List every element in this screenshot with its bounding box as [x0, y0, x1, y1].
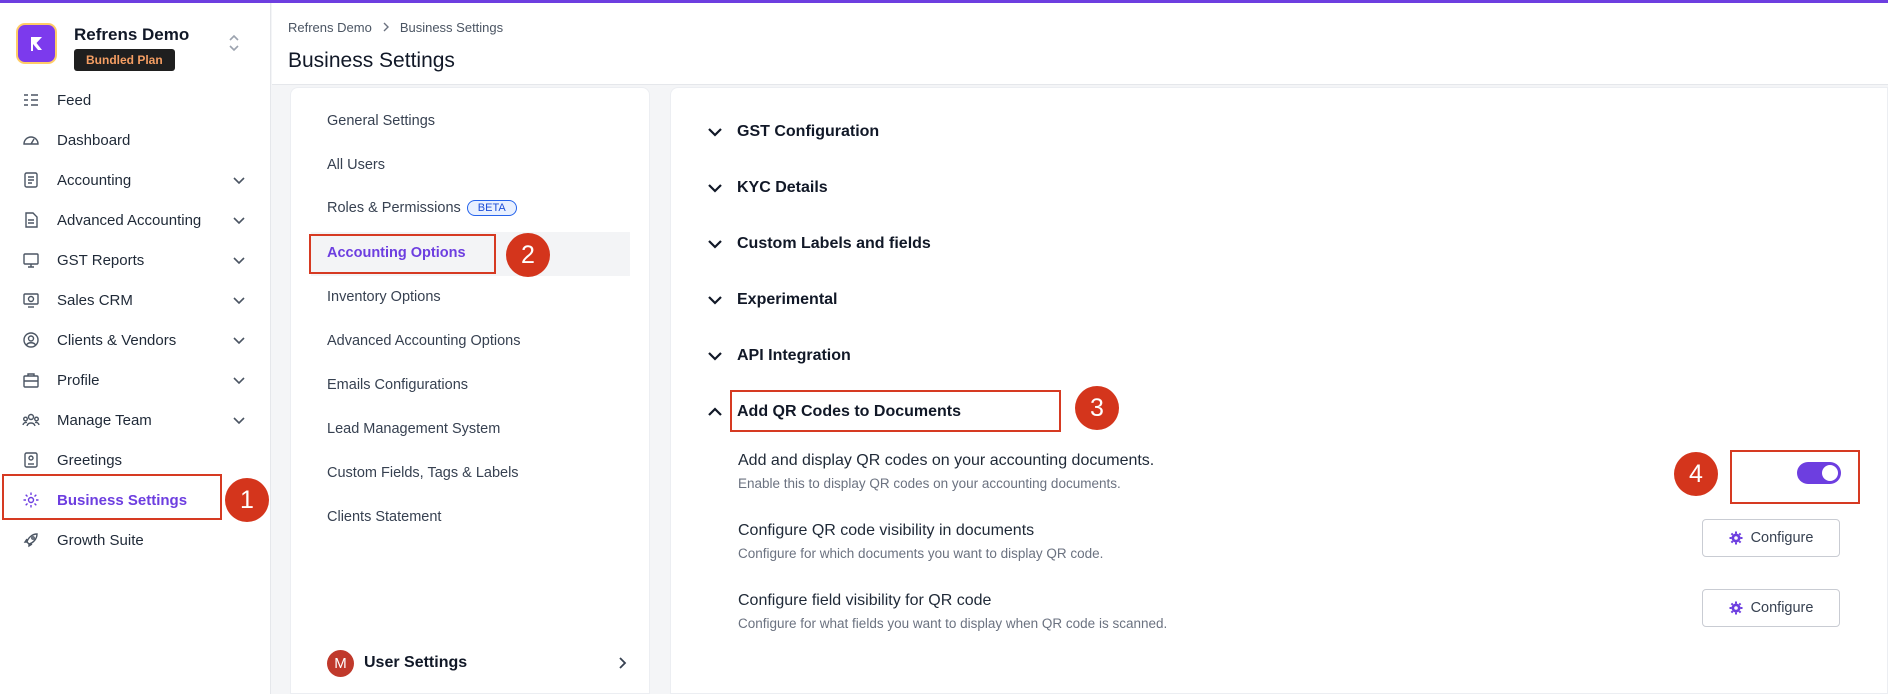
sidebar-item-manage-team[interactable]: Manage Team [0, 400, 271, 440]
sidebar-item-growth-suite[interactable]: Growth Suite [0, 520, 271, 560]
chevron-down-icon[interactable] [232, 333, 246, 351]
advanced-accounting-icon [22, 211, 40, 229]
breadcrumb: Refrens Demo Business Settings [288, 20, 503, 35]
chevron-up-down-icon[interactable] [228, 33, 240, 58]
workspace-name: Refrens Demo [74, 25, 190, 44]
menu-item-emails-configurations[interactable]: Emails Configurations [327, 377, 468, 393]
chevron-down-icon[interactable] [232, 413, 246, 431]
chevron-down-icon[interactable] [232, 373, 246, 391]
qr-enable-title: Add and display QR codes on your account… [738, 452, 1155, 469]
menu-item-clients-statement[interactable]: Clients Statement [327, 509, 441, 525]
profile-icon [22, 371, 40, 389]
step-badge-2: 2 [506, 233, 550, 277]
chevron-down-icon[interactable] [232, 173, 246, 191]
chevron-right-icon [617, 656, 627, 675]
configure-fields-button[interactable]: Configure [1702, 589, 1840, 627]
clients-icon [22, 331, 40, 349]
sidebar-item-feed[interactable]: Feed [0, 80, 271, 120]
qr-visibility-desc: Configure for which documents you want t… [738, 546, 1104, 561]
sidebar-item-profile[interactable]: Profile [0, 360, 271, 400]
chevron-down-icon [707, 126, 723, 138]
beta-badge: BETA [466, 200, 517, 217]
step-badge-4: 4 [1674, 452, 1718, 496]
gear-icon [1729, 601, 1743, 615]
brand-logo [16, 23, 57, 64]
rocket-icon [22, 531, 40, 549]
menu-item-advanced-accounting-options[interactable]: Advanced Accounting Options [327, 333, 520, 349]
sidebar-item-dashboard[interactable]: Dashboard [0, 120, 271, 160]
configure-documents-button[interactable]: Configure [1702, 519, 1840, 557]
breadcrumb-item-workspace[interactable]: Refrens Demo [288, 20, 372, 35]
chevron-down-icon[interactable] [232, 293, 246, 311]
avatar: M [327, 649, 354, 677]
crm-icon [22, 291, 40, 309]
chevron-right-icon [382, 20, 390, 35]
highlight-box-step2 [309, 234, 496, 274]
section-gst-configuration[interactable]: GST Configuration [707, 120, 879, 144]
sidebar: Refrens Demo Bundled Plan Feed Dashboard… [0, 3, 271, 694]
greetings-icon [22, 451, 40, 469]
chevron-down-icon[interactable] [232, 253, 246, 271]
page-title: Business Settings [288, 49, 455, 72]
qr-fields-title: Configure field visibility for QR code [738, 592, 992, 609]
page-header: Refrens Demo Business Settings Business … [272, 3, 1888, 85]
section-api-integration[interactable]: API Integration [707, 344, 851, 368]
sidebar-item-accounting[interactable]: Accounting [0, 160, 271, 200]
chevron-down-icon [707, 350, 723, 362]
section-kyc-details[interactable]: KYC Details [707, 176, 828, 200]
step-badge-3: 3 [1075, 386, 1119, 430]
workspace-switcher[interactable]: Refrens Demo Bundled Plan [16, 21, 256, 73]
chevron-down-icon [707, 238, 723, 250]
menu-item-all-users[interactable]: All Users [327, 157, 385, 173]
sidebar-item-gst-reports[interactable]: GST Reports [0, 240, 271, 280]
highlight-box-step4 [1730, 450, 1860, 504]
accounting-icon [22, 171, 40, 189]
breadcrumb-item-current: Business Settings [399, 20, 504, 35]
section-custom-labels[interactable]: Custom Labels and fields [707, 232, 931, 256]
qr-visibility-title: Configure QR code visibility in document… [738, 522, 1035, 539]
settings-menu: General Settings All Users Roles & Permi… [290, 87, 650, 694]
step-badge-1: 1 [225, 478, 269, 522]
qr-enable-desc: Enable this to display QR codes on your … [738, 476, 1121, 491]
qr-fields-desc: Configure for what fields you want to di… [738, 616, 1168, 631]
gear-icon [1729, 531, 1743, 545]
sidebar-item-clients-vendors[interactable]: Clients & Vendors [0, 320, 271, 360]
menu-item-lead-management[interactable]: Lead Management System [327, 421, 500, 437]
highlight-box-step1 [2, 474, 222, 520]
user-settings-label: User Settings [364, 654, 468, 671]
sidebar-item-advanced-accounting[interactable]: Advanced Accounting [0, 200, 271, 240]
menu-item-label: Roles & Permissions [327, 200, 461, 216]
chevron-down-icon[interactable] [232, 213, 246, 231]
chevron-down-icon [707, 294, 723, 306]
gst-icon [22, 251, 40, 269]
dashboard-icon [22, 131, 40, 149]
menu-item-general-settings[interactable]: General Settings [327, 113, 435, 129]
menu-item-inventory-options[interactable]: Inventory Options [327, 289, 441, 305]
section-experimental[interactable]: Experimental [707, 288, 837, 312]
highlight-box-step3 [730, 390, 1061, 432]
menu-item-roles-permissions[interactable]: Roles & Permissions BETA [327, 200, 517, 217]
menu-item-custom-fields[interactable]: Custom Fields, Tags & Labels [327, 465, 519, 481]
user-settings-link[interactable]: M User Settings [327, 648, 627, 678]
chevron-down-icon [707, 182, 723, 194]
plan-badge: Bundled Plan [74, 49, 175, 71]
chevron-up-icon [707, 406, 723, 418]
feed-icon [22, 91, 40, 109]
sidebar-item-sales-crm[interactable]: Sales CRM [0, 280, 271, 320]
team-icon [22, 411, 40, 429]
